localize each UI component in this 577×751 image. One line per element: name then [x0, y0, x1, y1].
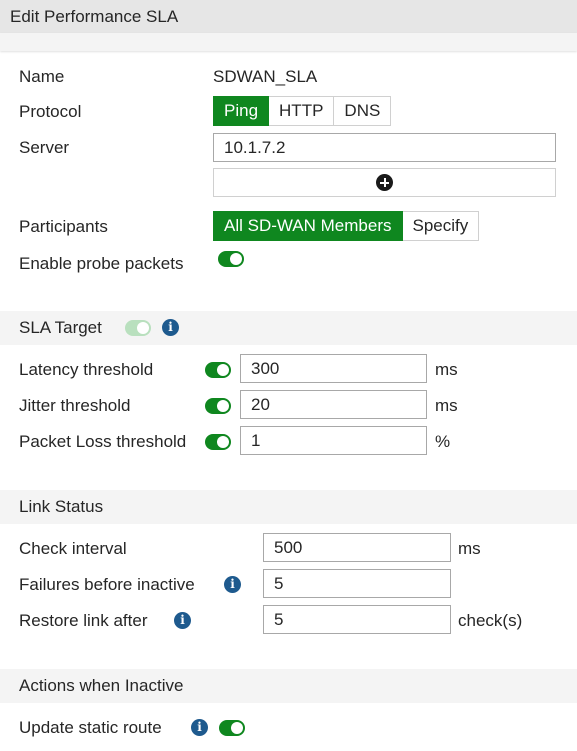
- protocol-option-http[interactable]: HTTP: [269, 96, 335, 126]
- packet-loss-threshold-toggle[interactable]: [205, 434, 231, 450]
- restore-link-unit: check(s): [458, 611, 523, 630]
- check-interval-unit: ms: [458, 539, 481, 558]
- participants-label: Participants: [19, 217, 108, 236]
- jitter-threshold-input[interactable]: 20: [240, 390, 427, 419]
- packet-loss-unit: %: [435, 432, 451, 451]
- info-icon[interactable]: i: [224, 576, 241, 593]
- update-static-route-toggle[interactable]: [219, 720, 245, 736]
- protocol-option-ping[interactable]: Ping: [213, 96, 270, 126]
- participants-selector: All SD-WAN Members Specify: [213, 211, 480, 241]
- add-server-button[interactable]: [213, 168, 556, 197]
- restore-link-after-input[interactable]: 5: [263, 605, 451, 634]
- server-label: Server: [19, 138, 70, 157]
- latency-unit: ms: [435, 360, 458, 379]
- info-icon[interactable]: i: [191, 719, 208, 736]
- dialog-title: Edit Performance SLA: [0, 0, 577, 33]
- sla-target-title: SLA Target: [19, 318, 102, 337]
- protocol-selector: Ping HTTP DNS: [213, 96, 392, 126]
- participants-option-specify[interactable]: Specify: [402, 211, 480, 241]
- actions-title: Actions when Inactive: [19, 676, 184, 695]
- server-input[interactable]: 10.1.7.2: [213, 133, 556, 162]
- name-value: SDWAN_SLA: [213, 67, 318, 86]
- check-interval-input[interactable]: 500: [263, 533, 451, 562]
- probe-packets-toggle[interactable]: [218, 251, 244, 267]
- title-subbar: [0, 33, 577, 51]
- update-static-route-label: Update static route: [19, 718, 162, 737]
- latency-threshold-toggle[interactable]: [205, 362, 231, 378]
- failures-before-inactive-label: Failures before inactive: [19, 575, 195, 594]
- probe-packets-label: Enable probe packets: [19, 254, 184, 273]
- jitter-unit: ms: [435, 396, 458, 415]
- link-status-section-header: Link Status: [0, 490, 577, 524]
- latency-threshold-label: Latency threshold: [19, 360, 154, 379]
- link-status-title: Link Status: [19, 497, 104, 516]
- sla-target-toggle[interactable]: [125, 320, 151, 336]
- actions-section-header: Actions when Inactive: [0, 669, 577, 703]
- failures-before-inactive-input[interactable]: 5: [263, 569, 451, 598]
- sla-target-section-header: SLA Target i: [0, 311, 577, 345]
- plus-circle-icon: [376, 174, 393, 191]
- info-icon[interactable]: i: [162, 319, 179, 336]
- info-icon[interactable]: i: [174, 612, 191, 629]
- check-interval-label: Check interval: [19, 539, 127, 558]
- packet-loss-threshold-label: Packet Loss threshold: [19, 432, 187, 451]
- name-label: Name: [19, 67, 65, 86]
- protocol-label: Protocol: [19, 102, 82, 121]
- latency-threshold-input[interactable]: 300: [240, 354, 427, 383]
- restore-link-after-label: Restore link after: [19, 611, 148, 630]
- jitter-threshold-toggle[interactable]: [205, 398, 231, 414]
- packet-loss-threshold-input[interactable]: 1: [240, 426, 427, 455]
- jitter-threshold-label: Jitter threshold: [19, 396, 131, 415]
- protocol-option-dns[interactable]: DNS: [334, 96, 392, 126]
- participants-option-all[interactable]: All SD-WAN Members: [213, 211, 403, 241]
